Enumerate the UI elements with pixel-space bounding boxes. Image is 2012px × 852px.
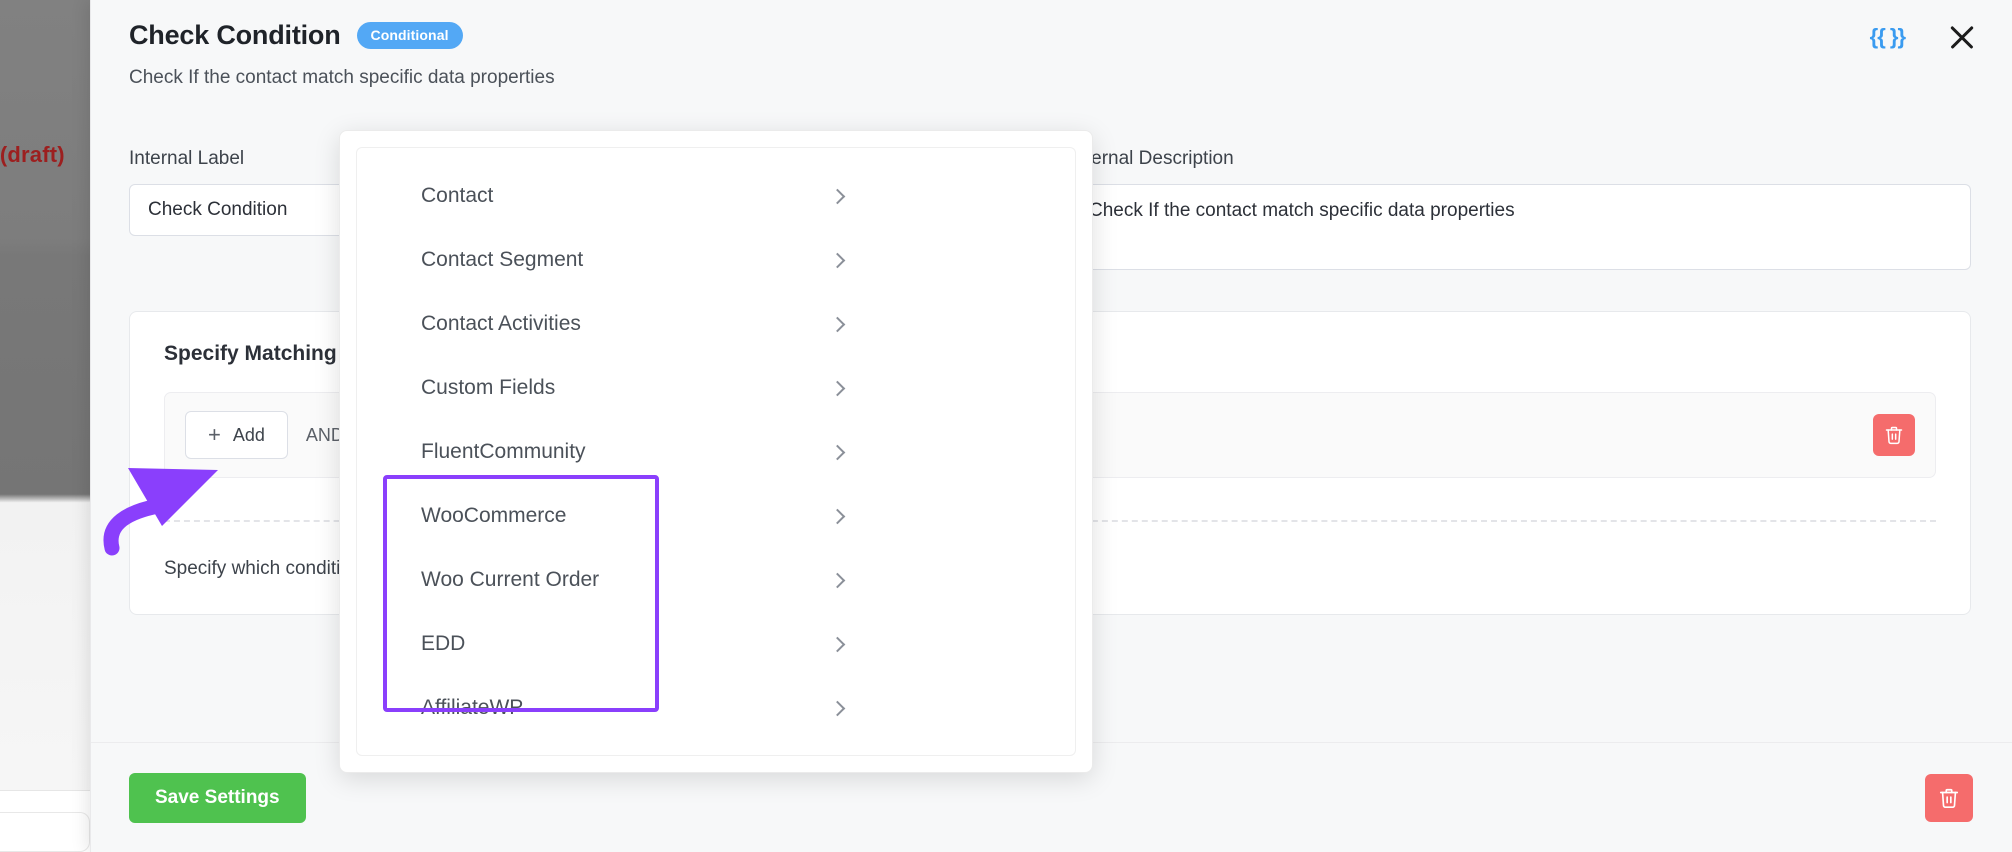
chevron-right-icon bbox=[829, 316, 846, 332]
modal-subtitle: Check If the contact match specific data… bbox=[129, 67, 555, 88]
backdrop-overlay bbox=[0, 0, 90, 852]
dropdown-item[interactable]: WooCommerce bbox=[357, 484, 1075, 548]
internal-description-textarea[interactable] bbox=[1070, 184, 1971, 270]
status-badge: Conditional bbox=[356, 21, 463, 49]
delete-condition-group-button[interactable] bbox=[1873, 414, 1915, 456]
condition-source-dropdown: Contact Contact Segment Contact Activities… bbox=[339, 130, 1093, 773]
dropdown-item-label: Contact Segment bbox=[421, 248, 584, 271]
save-settings-button[interactable]: Save Settings bbox=[129, 772, 306, 823]
dropdown-item[interactable]: Woo Current Order bbox=[357, 548, 1075, 612]
delete-block-button[interactable] bbox=[1925, 773, 1973, 822]
background-card bbox=[0, 812, 90, 852]
modal-header: Check Condition Conditional Check If the… bbox=[91, 0, 2012, 110]
dropdown-item[interactable]: AffiliateWP bbox=[357, 676, 1075, 740]
chevron-right-icon bbox=[829, 700, 846, 716]
chevron-right-icon bbox=[829, 508, 846, 524]
trash-icon bbox=[1885, 426, 1903, 445]
dropdown-item-label: WooCommerce bbox=[421, 504, 567, 527]
chevron-right-icon bbox=[829, 636, 846, 652]
close-icon[interactable] bbox=[1947, 22, 1977, 52]
dropdown-item-label: Custom Fields bbox=[421, 376, 556, 399]
dropdown-item[interactable]: EDD bbox=[357, 612, 1075, 676]
chevron-right-icon bbox=[829, 252, 846, 268]
dropdown-item[interactable]: Custom Fields bbox=[357, 356, 1075, 420]
dropdown-item-label: Woo Current Order bbox=[421, 568, 600, 591]
smartcode-icon[interactable]: {{ }} bbox=[1870, 24, 1906, 50]
internal-description-group: Internal Description bbox=[1070, 148, 1971, 275]
chevron-right-icon bbox=[829, 572, 846, 588]
dropdown-item[interactable]: Contact bbox=[357, 164, 1075, 228]
dropdown-item-label: AffiliateWP bbox=[421, 696, 524, 719]
trash-icon bbox=[1939, 788, 1959, 808]
dropdown-item[interactable]: FluentCommunity bbox=[357, 420, 1075, 484]
dropdown-item-label: FluentCommunity bbox=[421, 440, 586, 463]
dropdown-item-label: Contact Activities bbox=[421, 312, 581, 335]
dropdown-list: Contact Contact Segment Contact Activities… bbox=[356, 147, 1076, 756]
header-actions: {{ }} bbox=[1870, 22, 1977, 52]
dropdown-item-label: Contact bbox=[421, 184, 494, 207]
modal-title-row: Check Condition Conditional bbox=[129, 14, 1971, 56]
chevron-right-icon bbox=[829, 444, 846, 460]
chevron-right-icon bbox=[829, 380, 846, 396]
add-button[interactable]: + Add bbox=[185, 411, 288, 459]
dropdown-item-label: EDD bbox=[421, 632, 466, 655]
chevron-right-icon bbox=[829, 188, 846, 204]
internal-description-label: Internal Description bbox=[1070, 148, 1234, 169]
page-title: Check Condition bbox=[129, 19, 341, 50]
dropdown-item[interactable]: Contact Segment bbox=[357, 228, 1075, 292]
add-button-label: Add bbox=[232, 424, 265, 445]
plus-icon: + bbox=[208, 422, 221, 447]
draft-status-text: ) (draft) bbox=[0, 142, 65, 167]
dropdown-item[interactable]: Contact Activities bbox=[357, 292, 1075, 356]
screen-root: ) (draft) Check Condition Conditional Ch… bbox=[0, 0, 2012, 852]
